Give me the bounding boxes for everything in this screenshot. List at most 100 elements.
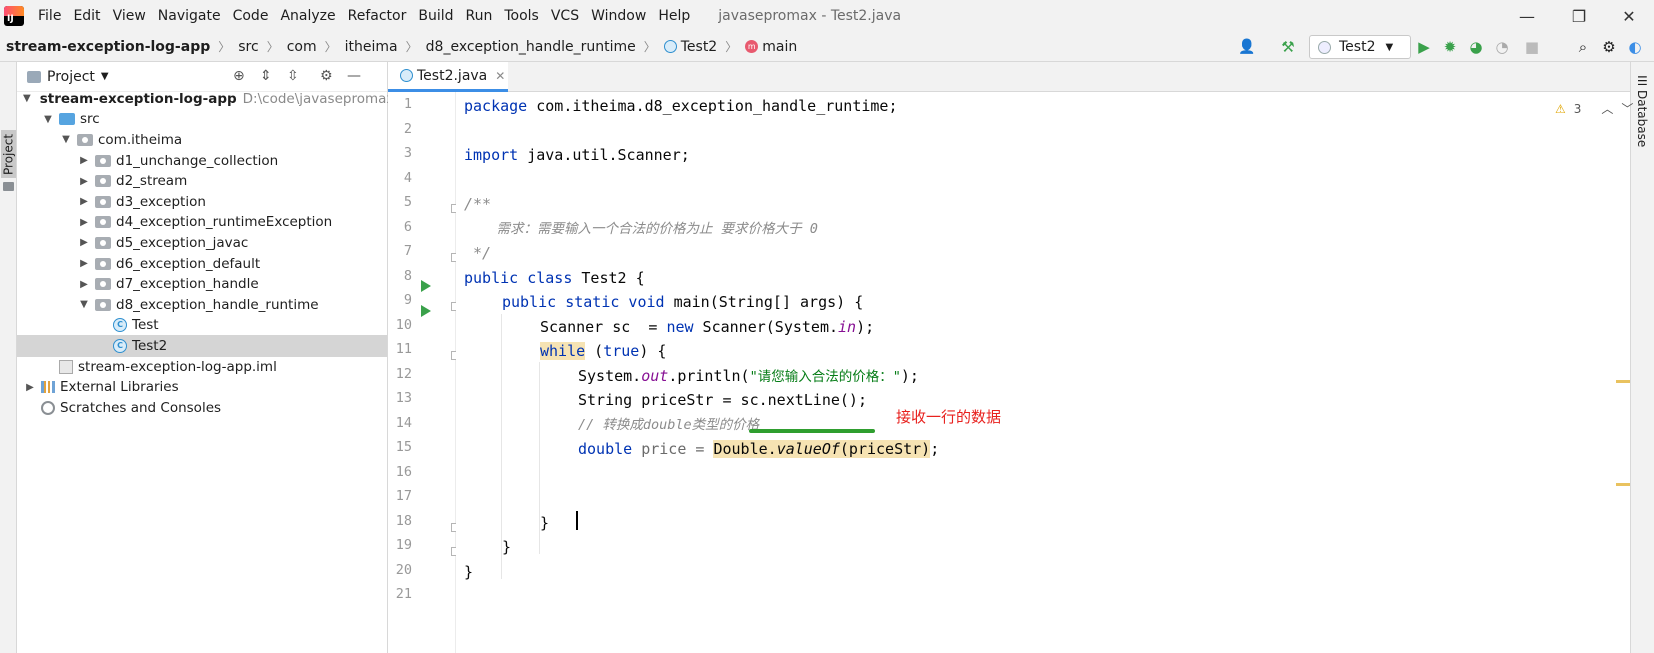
menu-refactor[interactable]: Refactor	[342, 0, 413, 32]
settings-gear-icon[interactable]: ⚙	[1598, 36, 1620, 58]
tree-item-class-selected[interactable]: C Test2	[17, 335, 387, 357]
tree-item-package[interactable]: ▶ d5_exception_javac	[17, 232, 387, 254]
collapse-all-icon[interactable]: ⇳	[287, 68, 299, 84]
menu-edit[interactable]: Edit	[67, 0, 106, 32]
chevron-down-icon[interactable]: ﹀	[1621, 100, 1633, 117]
project-panel: Project ▼ ⊕ ⇕ ⇳ ⚙ — ▼ stream-exception-l…	[17, 62, 399, 653]
breadcrumb-method[interactable]: m main	[745, 39, 797, 55]
close-icon[interactable]: ✕	[495, 69, 505, 83]
restore-button[interactable]: ❐	[1556, 0, 1602, 32]
database-icon: ☰	[1637, 74, 1648, 88]
library-icon	[41, 381, 55, 394]
breadcrumb-class[interactable]: Test2	[663, 39, 717, 55]
expand-all-icon[interactable]: ⇕	[260, 68, 272, 84]
menu-vcs[interactable]: VCS	[545, 0, 585, 32]
plugin-icon[interactable]: ◐	[1624, 36, 1646, 58]
database-tool-tab[interactable]: Database	[1635, 90, 1649, 147]
warning-count: 3	[1573, 101, 1582, 116]
run-icon[interactable]: ▶	[1413, 36, 1435, 58]
breadcrumb-package[interactable]: d8_exception_handle_runtime	[426, 39, 636, 55]
tree-item-iml-file[interactable]: stream-exception-log-app.iml	[17, 356, 387, 378]
chevron-right-icon[interactable]: ▶	[77, 196, 91, 207]
line-number: 1	[403, 96, 412, 112]
menu-file[interactable]: File	[32, 0, 67, 32]
breadcrumb-com[interactable]: com	[287, 39, 317, 55]
tree-item-scratches[interactable]: Scratches and Consoles	[17, 397, 387, 419]
tab-test2-java[interactable]: Test2.java ✕	[388, 62, 508, 92]
chevron-right-icon[interactable]: ▶	[77, 258, 91, 269]
user-icon[interactable]: 👤	[1236, 36, 1258, 58]
stop-icon[interactable]: ■	[1521, 36, 1543, 58]
chevron-right-icon[interactable]: ▶	[77, 155, 91, 166]
intellij-logo-icon: IJ	[4, 6, 24, 26]
chevron-right-icon[interactable]: ▶	[23, 382, 37, 393]
debug-bug-icon[interactable]: ✹	[1439, 36, 1461, 58]
breadcrumb-project[interactable]: stream-exception-log-app	[6, 39, 210, 55]
menu-navigate[interactable]: Navigate	[152, 0, 227, 32]
scroll-marker[interactable]	[1616, 483, 1630, 486]
tree-item-package[interactable]: ▶ d4_exception_runtimeException	[17, 212, 387, 234]
chevron-right-icon[interactable]: ▶	[77, 279, 91, 290]
tree-item-package[interactable]: ▶ d2_stream	[17, 170, 387, 192]
tree-item-class[interactable]: C Test	[17, 315, 387, 337]
hide-minus-icon[interactable]: —	[347, 68, 361, 84]
run-class-gutter-icon[interactable]	[421, 280, 431, 292]
profile-icon[interactable]: ◔	[1491, 36, 1513, 58]
inspection-widget[interactable]: ⚠ 3 ︿ ﹀	[1555, 100, 1633, 117]
chevron-right-icon[interactable]: ▶	[77, 217, 91, 228]
coverage-icon[interactable]: ◕	[1465, 36, 1487, 58]
chevron-down-icon[interactable]: ▼	[77, 299, 91, 310]
tree-item-package[interactable]: ▼ d8_exception_handle_runtime	[17, 294, 387, 316]
tree-item-package[interactable]: ▶ d1_unchange_collection	[17, 150, 387, 172]
menu-code[interactable]: Code	[227, 0, 275, 32]
tree-item-package[interactable]: ▶ d6_exception_default	[17, 253, 387, 275]
locate-target-icon[interactable]: ⊕	[233, 68, 245, 84]
line-number: 13	[395, 390, 412, 406]
line-number: 4	[403, 169, 412, 186]
chevron-right-icon[interactable]: ▶	[77, 237, 91, 248]
build-hammer-icon[interactable]: ⚒	[1277, 36, 1299, 58]
settings-gear-icon[interactable]: ⚙	[320, 68, 333, 84]
tree-item-package[interactable]: ▼ com.itheima	[17, 129, 387, 151]
tree-item-project-root[interactable]: ▼ stream-exception-log-app D:\code\javase…	[17, 88, 399, 110]
chevron-up-icon[interactable]: ︿	[1601, 100, 1613, 117]
tree-item-package[interactable]: ▶ d3_exception	[17, 191, 387, 213]
run-main-gutter-icon[interactable]	[421, 305, 431, 317]
chevron-right-icon[interactable]: ▶	[77, 176, 91, 187]
minimize-button[interactable]: —	[1504, 0, 1550, 32]
editor-tab-bar: Test2.java ✕	[388, 62, 1630, 92]
search-icon[interactable]: ⌕	[1572, 36, 1594, 58]
dropdown-arrow-icon[interactable]: ▼	[101, 71, 109, 82]
menu-analyze[interactable]: Analyze	[274, 0, 341, 32]
tree-item-src[interactable]: ▼ src	[17, 109, 387, 131]
menu-view[interactable]: View	[107, 0, 152, 32]
project-panel-title[interactable]: Project	[47, 69, 95, 85]
chevron-down-icon[interactable]: ▼	[23, 93, 31, 104]
code-line-3: import java.util.Scanner;	[464, 146, 690, 164]
run-configuration-select[interactable]: Test2 ▼	[1309, 35, 1411, 59]
line-number: 19	[395, 537, 412, 553]
folder-icon	[3, 182, 14, 191]
breadcrumb-itheima[interactable]: itheima	[345, 39, 398, 55]
code-editor[interactable]: package com.itheima.d8_exception_handle_…	[456, 92, 1630, 653]
tree-item-package[interactable]: ▶ d7_exception_handle	[17, 273, 387, 295]
left-tool-strip: Project	[0, 62, 17, 653]
menu-run[interactable]: Run	[460, 0, 499, 32]
line-number: 15	[395, 439, 412, 455]
chevron-down-icon[interactable]: ▼	[59, 134, 73, 145]
code-line-10: Scanner sc = new Scanner(System.in);	[540, 317, 875, 336]
menu-build[interactable]: Build	[412, 0, 459, 32]
close-window-button[interactable]: ✕	[1606, 0, 1652, 32]
scroll-marker[interactable]	[1616, 380, 1630, 383]
tree-item-external-libraries[interactable]: ▶ External Libraries	[17, 376, 387, 398]
scratches-icon	[41, 400, 55, 415]
project-tool-tab[interactable]: Project	[1, 130, 16, 178]
package-icon	[95, 175, 111, 188]
menu-window[interactable]: Window	[585, 0, 652, 32]
menu-tools[interactable]: Tools	[498, 0, 545, 32]
breadcrumb-src[interactable]: src	[238, 39, 258, 55]
chevron-down-icon[interactable]: ▼	[41, 114, 55, 125]
line-number: 21	[395, 586, 412, 602]
line-number: 12	[395, 365, 412, 382]
menu-help[interactable]: Help	[652, 0, 696, 32]
